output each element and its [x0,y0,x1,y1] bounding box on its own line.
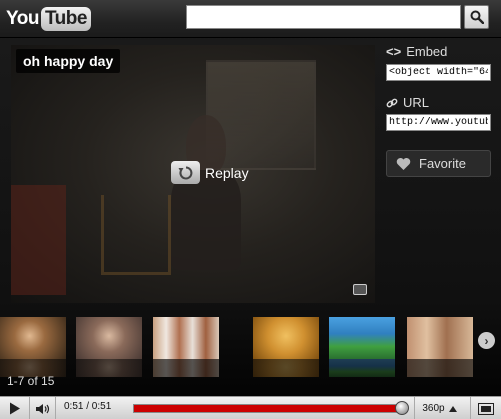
play-button[interactable] [0,397,30,419]
related-video-3[interactable] [153,317,219,377]
embed-code-field[interactable] [386,64,491,81]
next-thumbnails-button[interactable]: › [478,332,495,349]
url-field[interactable] [386,114,491,131]
quality-label: 360p [422,403,445,414]
youtube-logo[interactable]: You Tube [6,6,91,32]
video-scene-part [171,170,241,270]
fullscreen-icon [478,402,494,415]
embedded-player: You Tube oh happy day Replay <> Embed <o… [0,0,501,419]
search-button[interactable] [464,5,489,29]
related-video-2[interactable] [76,317,142,377]
volume-icon [35,403,49,414]
related-video-6[interactable] [407,317,473,377]
video-scene-part [101,195,171,275]
thumbnail-page-count: 1-7 of 15 [7,374,55,388]
progress-fill [134,405,402,412]
player-controls: 0:51 / 0:51 360p [0,396,501,419]
favorite-label: Favorite [419,156,466,171]
embed-heading: <> Embed [386,44,447,59]
replay-button[interactable]: Replay [171,161,249,184]
link-icon [386,98,398,107]
related-video-5[interactable] [329,317,395,377]
related-videos-strip [0,317,501,387]
logo-you: You [6,8,39,29]
favorite-button[interactable]: Favorite [386,150,491,177]
fullscreen-button[interactable] [470,397,501,419]
replay-label: Replay [205,164,249,181]
quality-selector[interactable]: 360p [414,397,464,419]
replay-icon [171,161,200,184]
captions-icon[interactable] [353,284,367,295]
progress-handle[interactable] [395,401,409,415]
url-heading: URL [386,95,429,110]
top-bar: You Tube [0,0,501,38]
volume-button[interactable] [30,397,56,419]
video-scene-part [11,185,66,295]
progress-bar[interactable] [133,401,409,415]
logo-tube: Tube [40,7,91,31]
code-icon: <> [386,44,402,59]
related-video-4[interactable] [253,317,319,377]
url-label: URL [403,95,430,110]
related-video-1[interactable] [0,317,66,377]
time-display: 0:51 / 0:51 [64,401,112,412]
search-input[interactable] [186,5,461,29]
heart-icon [396,157,411,170]
embed-label: Embed [406,44,448,59]
search-icon [470,10,484,24]
play-icon [9,402,20,415]
video-frame[interactable]: oh happy day Replay [11,45,375,303]
video-title[interactable]: oh happy day [16,49,121,73]
chevron-up-icon [448,405,457,412]
chevron-right-icon: › [484,333,489,348]
